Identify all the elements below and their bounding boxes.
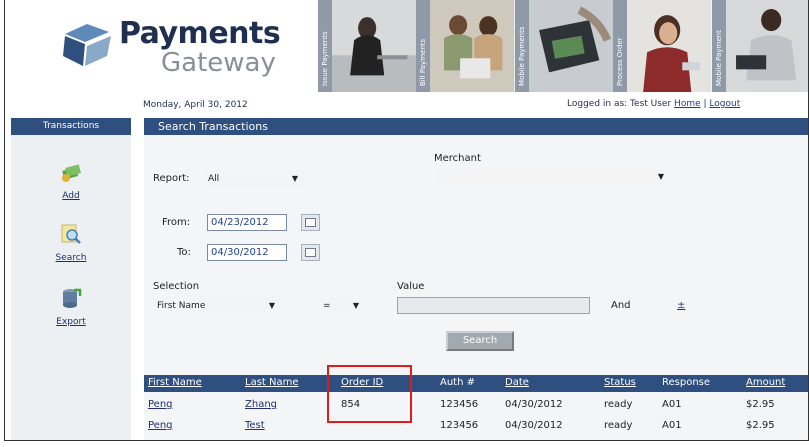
sidebar-item-label: Export — [56, 317, 86, 327]
logged-in-user: Logged in as: Test User — [567, 99, 672, 109]
app-frame: Payments Gateway Issue Payments Bill Pay… — [4, 0, 809, 441]
banner-photo-icon — [332, 0, 417, 92]
to-date-field[interactable]: 04/30/2012 — [207, 244, 287, 261]
banner-panel: Mobile Payments — [514, 0, 614, 92]
table-cell-auth: 123456 — [440, 420, 479, 431]
value-label: Value — [397, 281, 425, 292]
merchant-label: Merchant — [434, 153, 481, 164]
column-header-date[interactable]: Date — [505, 377, 529, 388]
link-separator: | — [703, 99, 707, 109]
banner-panel: Issue Payments — [318, 0, 417, 92]
sidebar-title: Transactions — [11, 118, 131, 135]
table-cell-amount: $2.95 — [746, 399, 775, 410]
sidebar-item-add[interactable]: Add — [11, 161, 131, 201]
to-label: To: — [177, 247, 191, 258]
banner-photo-icon — [627, 0, 712, 92]
sidebar-item-label: Search — [55, 253, 87, 263]
banner-panel: Process Order — [613, 0, 712, 92]
selection-select-value: First Name — [157, 301, 206, 311]
calendar-icon[interactable] — [301, 244, 320, 261]
payments-gateway-logo-icon — [63, 24, 111, 66]
column-header-status[interactable]: Status — [604, 377, 636, 388]
table-cell-auth: 123456 — [440, 399, 479, 410]
chevron-down-icon: ▼ — [268, 301, 275, 310]
page-title: Search Transactions — [144, 118, 808, 135]
chevron-down-icon: ▼ — [657, 172, 664, 181]
from-label: From: — [162, 217, 191, 228]
table-cell-amount: $2.95 — [746, 420, 775, 431]
merchant-select[interactable]: ▼ — [437, 168, 670, 184]
table-cell-last-name[interactable]: Test — [245, 420, 265, 431]
table-cell-first-name[interactable]: Peng — [148, 420, 173, 431]
column-header-last-name[interactable]: Last Name — [245, 377, 299, 388]
search-icon — [61, 224, 81, 244]
report-select-value: All — [208, 174, 220, 184]
report-select[interactable]: All ▼ — [204, 170, 304, 186]
table-cell-response: A01 — [662, 399, 682, 410]
and-label: And — [611, 300, 631, 311]
login-status: Logged in as: Test User Home | Logout — [567, 99, 740, 109]
search-button[interactable]: Search — [446, 331, 514, 351]
search-form: Report: All ▼ Merchant ▼ From: 04/23/201… — [144, 135, 808, 440]
column-header-auth: Auth # — [440, 377, 475, 388]
chevron-down-icon: ▼ — [352, 301, 359, 310]
operator-select-value: = — [323, 301, 331, 311]
table-cell-last-name[interactable]: Zhang — [245, 399, 277, 410]
brand-subtitle: Gateway — [161, 48, 276, 78]
banner-panel: Mobile Payment — [711, 0, 808, 92]
sidebar: Add Search Export — [11, 135, 131, 440]
table-cell-date: 04/30/2012 — [505, 420, 563, 431]
sidebar-item-label: Add — [62, 191, 80, 201]
banner-photo-icon — [725, 0, 808, 92]
current-date: Monday, April 30, 2012 — [143, 100, 248, 110]
sidebar-item-export[interactable]: Export — [11, 287, 131, 327]
table-cell-date: 04/30/2012 — [505, 399, 563, 410]
table-cell-first-name[interactable]: Peng — [148, 399, 173, 410]
table-cell-response: A01 — [662, 420, 682, 431]
add-transaction-icon — [62, 164, 82, 182]
banner-photo-icon — [430, 0, 515, 92]
selection-label: Selection — [153, 281, 200, 292]
column-header-response: Response — [662, 377, 711, 388]
banner-photo-icon — [528, 0, 614, 92]
operator-select[interactable]: = ▼ — [319, 297, 365, 313]
column-header-first-name[interactable]: First Name — [148, 377, 202, 388]
chevron-down-icon: ▼ — [291, 174, 298, 183]
column-header-amount[interactable]: Amount — [746, 377, 785, 388]
banner-panel: Bill Payments — [416, 0, 515, 92]
add-remove-criteria-link[interactable]: ± — [677, 300, 685, 311]
report-label: Report: — [153, 173, 190, 184]
order-id-highlight-box — [327, 365, 412, 423]
calendar-icon[interactable] — [301, 214, 320, 231]
home-link[interactable]: Home — [674, 99, 701, 109]
table-cell-status: ready — [604, 399, 633, 410]
selection-select[interactable]: First Name ▼ — [153, 297, 281, 313]
export-icon — [63, 288, 82, 308]
sidebar-item-search[interactable]: Search — [11, 223, 131, 263]
photo-banner: Issue Payments Bill Payments Mobile Paym… — [318, 0, 808, 92]
value-input[interactable] — [397, 297, 590, 314]
table-cell-status: ready — [604, 420, 633, 431]
logout-link[interactable]: Logout — [709, 99, 740, 109]
from-date-field[interactable]: 04/23/2012 — [207, 214, 287, 231]
brand-title: Payments — [119, 16, 281, 51]
